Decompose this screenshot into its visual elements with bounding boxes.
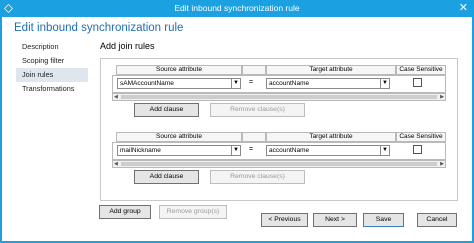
add-clause-button[interactable]: Add clause [134, 170, 199, 184]
table-row: sAMAccountName ▼ = accountName ▼ [112, 75, 446, 93]
target-attribute-dropdown[interactable]: accountName ▼ [266, 145, 390, 156]
source-attribute-dropdown[interactable]: mailNickname ▼ [117, 145, 241, 156]
column-header-source: Source attribute [116, 65, 242, 75]
remove-clauses-button[interactable]: Remove clause(s) [210, 103, 305, 117]
save-button[interactable]: Save [363, 213, 404, 227]
column-header-source: Source attribute [116, 132, 242, 142]
source-attribute-dropdown[interactable]: sAMAccountName ▼ [117, 78, 241, 89]
section-title: Add join rules [100, 41, 155, 51]
column-header-operator [242, 65, 266, 75]
column-header-case-sensitive: Case Sensitive [396, 132, 446, 142]
scrollbar-thumb[interactable] [121, 162, 437, 166]
column-header-operator [242, 132, 266, 142]
nav-item-join-rules[interactable]: Join rules [16, 68, 88, 82]
operator-label: = [249, 146, 254, 153]
chevron-down-icon[interactable]: ▼ [231, 79, 240, 88]
target-attribute-value: accountName [269, 147, 310, 154]
chevron-down-icon[interactable]: ▼ [231, 146, 240, 155]
arrow-right-icon[interactable]: ▶ [440, 94, 444, 100]
column-header-target: Target attribute [266, 65, 396, 75]
operator-label: = [249, 79, 254, 86]
column-header-case-sensitive: Case Sensitive [396, 65, 446, 75]
table-row: mailNickname ▼ = accountName ▼ [112, 142, 446, 160]
source-attribute-value: mailNickname [120, 147, 161, 154]
target-attribute-dropdown[interactable]: accountName ▼ [266, 78, 390, 89]
arrow-right-icon[interactable]: ▶ [440, 161, 444, 167]
title-bar: Edit inbound synchronization rule ✕ [0, 0, 474, 17]
horizontal-scrollbar[interactable]: ◀ ▶ [112, 93, 446, 101]
scrollbar-thumb[interactable] [121, 95, 437, 99]
arrow-left-icon[interactable]: ◀ [114, 161, 118, 167]
window-title: Edit inbound synchronization rule [174, 3, 300, 13]
nav-item-transformations[interactable]: Transformations [16, 82, 88, 96]
previous-button[interactable]: < Previous [261, 213, 308, 227]
chevron-down-icon[interactable]: ▼ [380, 146, 389, 155]
chevron-down-icon[interactable]: ▼ [380, 79, 389, 88]
case-sensitive-checkbox[interactable] [413, 78, 422, 87]
sidebar-nav: Description Scoping filter Join rules Tr… [16, 40, 88, 96]
page-title: Edit inbound synchronization rule [14, 22, 184, 34]
close-icon[interactable]: ✕ [459, 1, 468, 15]
nav-item-description[interactable]: Description [16, 40, 88, 54]
next-button[interactable]: Next > [313, 213, 357, 227]
horizontal-scrollbar[interactable]: ◀ ▶ [112, 160, 446, 168]
join-rules-panel: Source attribute Target attribute Case S… [100, 58, 458, 201]
add-group-button[interactable]: Add group [99, 205, 151, 219]
nav-item-scoping-filter[interactable]: Scoping filter [16, 54, 88, 68]
remove-groups-button[interactable]: Remove group(s) [159, 205, 227, 219]
case-sensitive-checkbox[interactable] [413, 145, 422, 154]
source-attribute-value: sAMAccountName [120, 80, 174, 87]
add-clause-button[interactable]: Add clause [134, 103, 199, 117]
arrow-left-icon[interactable]: ◀ [114, 94, 118, 100]
column-header-target: Target attribute [266, 132, 396, 142]
target-attribute-value: accountName [269, 80, 310, 87]
remove-clauses-button[interactable]: Remove clause(s) [210, 170, 305, 184]
cancel-button[interactable]: Cancel [417, 213, 457, 227]
